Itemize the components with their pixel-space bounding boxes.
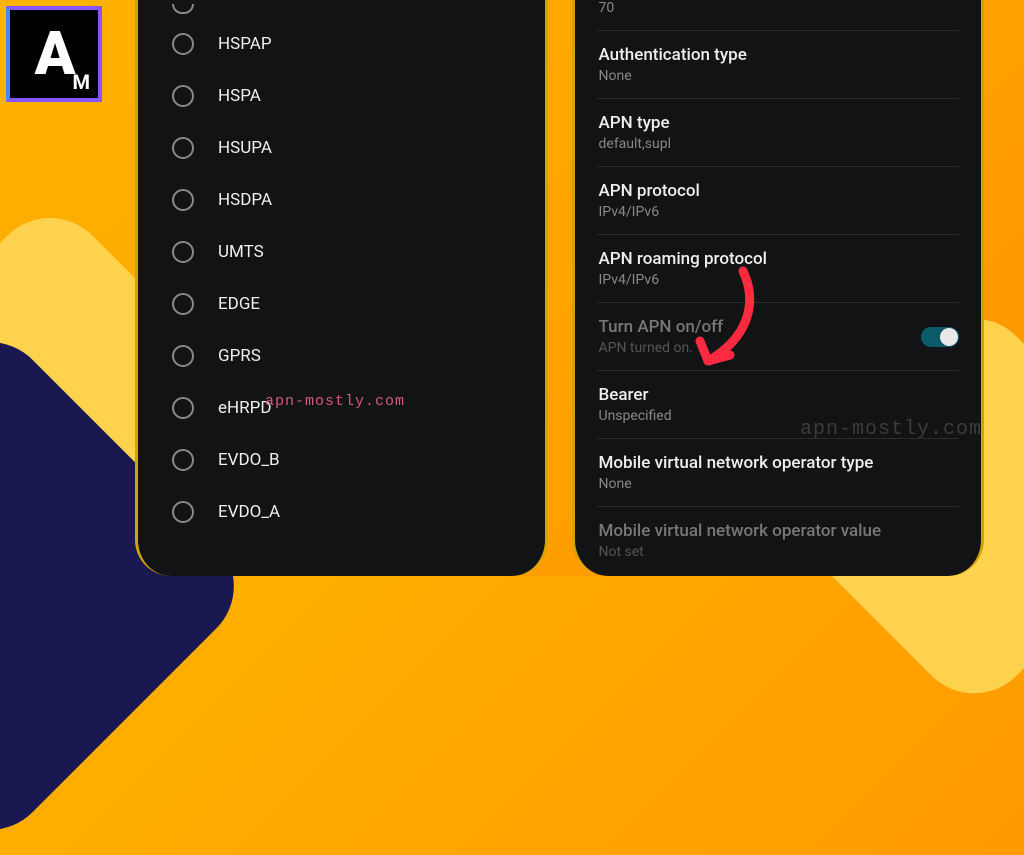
setting-value: IPv4/IPv6: [599, 272, 958, 288]
setting-value: APN turned on.: [599, 340, 958, 356]
radio-icon: [172, 241, 194, 263]
radio-option-hsdpa[interactable]: HSDPA: [160, 174, 523, 226]
radio-label: eHRPD: [218, 398, 272, 418]
radio-label: HSUPA: [218, 138, 272, 158]
phone-left: HSPAP HSPA HSUPA HSDPA UMTS EDGE: [135, 0, 548, 576]
radio-icon: [172, 293, 194, 315]
radio-icon: [172, 4, 194, 14]
setting-apn-roaming-protocol[interactable]: APN roaming protocol IPv4/IPv6: [597, 234, 960, 302]
toggle-knob-icon: [940, 328, 958, 346]
logo-letter-primary: A: [35, 30, 74, 78]
radio-label: HSPAP: [218, 34, 272, 54]
radio-icon: [172, 449, 194, 471]
setting-apn-protocol[interactable]: APN protocol IPv4/IPv6: [597, 166, 960, 234]
setting-turn-apn-on-off[interactable]: Turn APN on/off APN turned on.: [597, 302, 960, 370]
radio-icon: [172, 345, 194, 367]
setting-value: None: [599, 476, 958, 492]
radio-label: EVDO_B: [218, 450, 280, 470]
radio-label: EVDO_A: [218, 502, 280, 522]
setting-title: Turn APN on/off: [599, 317, 958, 337]
setting-title: Mobile virtual network operator type: [599, 453, 958, 473]
radio-label: HSDPA: [218, 190, 272, 210]
radio-option-hspap[interactable]: HSPAP: [160, 18, 523, 70]
radio-option-evdo-a[interactable]: EVDO_A: [160, 486, 523, 538]
radio-icon: [172, 397, 194, 419]
setting-title: Bearer: [599, 385, 958, 405]
radio-option-hsupa[interactable]: HSUPA: [160, 122, 523, 174]
setting-title: APN protocol: [599, 181, 958, 201]
radio-icon: [172, 501, 194, 523]
radio-option-partial: [160, 0, 523, 18]
radio-option-gprs[interactable]: GPRS: [160, 330, 523, 382]
setting-value: None: [599, 68, 958, 84]
setting-title: APN type: [599, 113, 958, 133]
radio-icon: [172, 137, 194, 159]
setting-mvno-value: Mobile virtual network operator value No…: [597, 506, 960, 574]
radio-option-evdo-b[interactable]: EVDO_B: [160, 434, 523, 486]
radio-label: HSPA: [218, 86, 261, 106]
radio-label: EDGE: [218, 294, 260, 314]
setting-value: Not set: [599, 544, 958, 560]
watermark-text: apn-mostly.com: [800, 418, 982, 441]
setting-title: Mobile virtual network operator value: [599, 521, 958, 541]
radio-label: UMTS: [218, 242, 264, 262]
setting-value-partial: 70: [597, 0, 960, 30]
setting-title: APN roaming protocol: [599, 249, 958, 269]
radio-icon: [172, 189, 194, 211]
logo-badge: A M: [6, 6, 102, 102]
radio-option-umts[interactable]: UMTS: [160, 226, 523, 278]
setting-mvno-type[interactable]: Mobile virtual network operator type Non…: [597, 438, 960, 506]
toggle-switch[interactable]: [921, 327, 959, 347]
radio-option-hspa[interactable]: HSPA: [160, 70, 523, 122]
setting-value: default,supl: [599, 136, 958, 152]
setting-value: IPv4/IPv6: [599, 204, 958, 220]
radio-option-edge[interactable]: EDGE: [160, 278, 523, 330]
radio-icon: [172, 85, 194, 107]
setting-title: Authentication type: [599, 45, 958, 65]
setting-authentication-type[interactable]: Authentication type None: [597, 30, 960, 98]
logo-letter-secondary: M: [72, 70, 90, 94]
radio-label: GPRS: [218, 346, 261, 366]
setting-apn-type[interactable]: APN type default,supl: [597, 98, 960, 166]
watermark-text: apn-mostly.com: [265, 393, 405, 410]
radio-icon: [172, 33, 194, 55]
phone-right: 70 Authentication type None APN type def…: [572, 0, 985, 576]
